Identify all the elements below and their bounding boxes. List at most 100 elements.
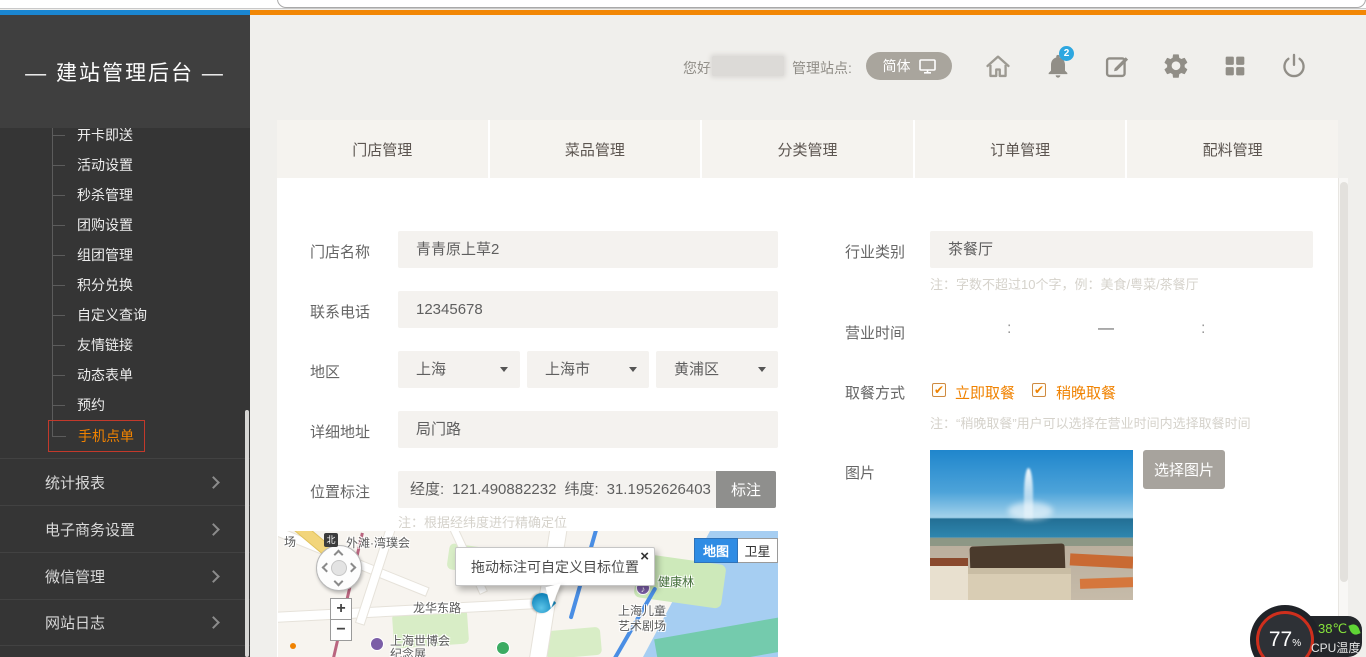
pickup-now-label[interactable]: 立即取餐: [955, 382, 1015, 403]
choose-image-button[interactable]: 选择图片: [1143, 450, 1225, 489]
museum-poi-icon[interactable]: [370, 637, 384, 651]
manage-site-label: 管理站点:: [792, 58, 852, 78]
caret-down-icon: [500, 367, 508, 372]
pickup-later-checkbox[interactable]: ✔: [1032, 383, 1046, 397]
sidebar-item-ecommerce-settings[interactable]: 电子商务设置: [0, 505, 250, 552]
industry-input[interactable]: 茶餐厅: [930, 231, 1313, 268]
pan-left-icon[interactable]: [322, 563, 332, 573]
home-button[interactable]: [984, 52, 1012, 80]
sidebar-item-site-logs[interactable]: 网站日志: [0, 599, 250, 646]
tree-stub: [52, 195, 65, 196]
sidebar-item-activity-settings[interactable]: 活动设置: [52, 155, 133, 175]
map-type-switch: 地图 卫星: [694, 538, 778, 563]
pan-knob[interactable]: [331, 560, 347, 576]
home-icon: [984, 52, 1012, 80]
browser-edge-strip: [0, 0, 1366, 9]
hours-label: 营业时间: [845, 322, 905, 343]
edit-icon: [1103, 52, 1131, 80]
chevron-right-icon: [207, 476, 220, 489]
logout-button[interactable]: [1280, 52, 1308, 80]
sidebar-item-custom-query[interactable]: 自定义查询: [52, 305, 147, 325]
map-label-expo-2: 纪念展: [390, 645, 426, 657]
sidebar-item-wechat-manage[interactable]: 微信管理: [0, 552, 250, 599]
sidebar-item-team-manage[interactable]: 组团管理: [52, 245, 133, 265]
address-label: 详细地址: [310, 421, 370, 442]
location-label: 位置标注: [310, 481, 370, 502]
sidebar-item-group-buy[interactable]: 团购设置: [52, 215, 133, 235]
pan-right-icon[interactable]: [347, 563, 357, 573]
sidebar-item-reservation[interactable]: 预约: [52, 395, 105, 415]
content-scrollbar-thumb[interactable]: [1340, 182, 1348, 582]
language-switch-button[interactable]: 简体: [866, 52, 952, 80]
username-redacted: [712, 56, 784, 76]
map-pan-control[interactable]: [316, 545, 362, 591]
tab-store-manage[interactable]: 门店管理: [277, 120, 488, 178]
sidebar-item-dynamic-forms[interactable]: 动态表单: [52, 365, 133, 385]
tree-stub: [52, 375, 65, 376]
pan-up-icon[interactable]: [334, 550, 344, 560]
cpu-temperature: 38℃: [1318, 621, 1359, 637]
map-zoom-in-button[interactable]: +: [330, 598, 352, 620]
content-accent-bar: [250, 10, 1366, 15]
sidebar-accent-bar: [0, 10, 250, 15]
lat-value: 31.1952626403: [607, 471, 711, 508]
pickup-now-checkbox[interactable]: ✔: [932, 383, 946, 397]
caret-down-icon: [758, 367, 766, 372]
north-indicator: 北: [324, 533, 338, 547]
sidebar-item-statistics[interactable]: 统计报表: [0, 458, 250, 505]
edit-button[interactable]: [1103, 52, 1131, 80]
grid-icon: [1221, 52, 1249, 80]
chevron-right-icon: [207, 523, 220, 536]
sidebar-item-flash-sale[interactable]: 秒杀管理: [52, 185, 133, 205]
map-zoom-out-button[interactable]: −: [330, 619, 352, 641]
province-select[interactable]: 上海: [398, 351, 520, 388]
map-dot: [290, 643, 296, 649]
content-scrollbar[interactable]: [1338, 178, 1348, 657]
power-icon: [1280, 52, 1308, 80]
tree-stub: [52, 135, 65, 136]
district-select[interactable]: 黄浦区: [656, 351, 778, 388]
apps-button[interactable]: [1221, 52, 1249, 80]
industry-note: 注：字数不超过10个字，例：美食/粤菜/茶餐厅: [930, 274, 1199, 293]
lng-value: 121.490882232: [452, 471, 556, 508]
time-colon: :: [1007, 320, 1011, 338]
sidebar-item-points-exchange[interactable]: 积分兑换: [52, 275, 133, 295]
sidebar-item-mobile-ordering-active[interactable]: 手机点单: [48, 420, 145, 452]
tab-ingredient-manage[interactable]: 配料管理: [1125, 120, 1338, 178]
tab-dish-manage[interactable]: 菜品管理: [488, 120, 701, 178]
pickup-note: 注：“稍晚取餐”用户可以选择在营业时间内选择取餐时间: [930, 413, 1251, 432]
pan-down-icon[interactable]: [334, 577, 344, 587]
tree-stub: [52, 165, 65, 166]
region-label: 地区: [310, 361, 340, 382]
settings-button[interactable]: [1162, 52, 1190, 80]
pickup-label: 取餐方式: [845, 382, 905, 403]
browser-address-bar-edge: [277, 0, 1366, 8]
map-view-button[interactable]: 地图: [694, 538, 738, 563]
module-tabbar: 门店管理 菜品管理 分类管理 订单管理 配料管理: [277, 120, 1338, 178]
tab-order-manage[interactable]: 订单管理: [913, 120, 1126, 178]
notifications-button[interactable]: 2: [1044, 52, 1072, 80]
sidebar-item-card-gift[interactable]: 开卡即送: [52, 125, 133, 145]
tab-category-manage[interactable]: 分类管理: [700, 120, 913, 178]
phone-input[interactable]: 12345678: [398, 291, 778, 328]
location-map[interactable]: 外滩·湾璞会 场 龙华东路 健康林 上海世博会 纪念展 上海儿童 艺术剧场 ♪ …: [278, 531, 778, 657]
sidebar-item-friend-links[interactable]: 友情链接: [52, 335, 133, 355]
chevron-right-icon: [207, 570, 220, 583]
city-select[interactable]: 上海市: [527, 351, 649, 388]
address-input[interactable]: 局门路: [398, 411, 778, 448]
map-green-area: [545, 627, 602, 657]
lat-label: 纬度:: [564, 471, 598, 508]
sidebar-scrollbar[interactable]: [245, 410, 249, 657]
mark-location-button[interactable]: 标注: [716, 471, 776, 508]
map-tooltip: 拖动标注可自定义目标位置 ×: [455, 547, 655, 586]
close-icon[interactable]: ×: [640, 548, 649, 565]
park-poi-icon[interactable]: [496, 641, 510, 655]
tree-stub: [52, 405, 65, 406]
pickup-later-label[interactable]: 稍晚取餐: [1056, 382, 1116, 403]
satellite-view-button[interactable]: 卫星: [738, 538, 778, 563]
map-label-park: 健康林: [658, 573, 694, 590]
time-colon: :: [1201, 320, 1205, 338]
coordinates-field[interactable]: 经度: 121.490882232 纬度: 31.1952626403: [398, 471, 716, 508]
lng-label: 经度:: [410, 471, 444, 508]
store-name-input[interactable]: 青青原上草2: [398, 231, 778, 268]
